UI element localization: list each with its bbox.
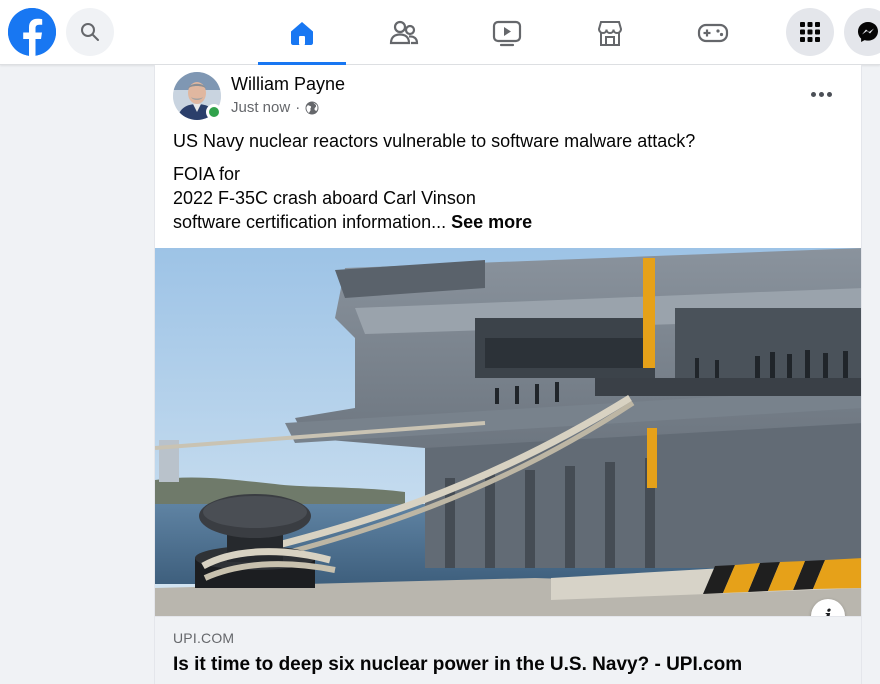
menu-button[interactable]: [786, 8, 834, 56]
grid-menu-icon: [800, 22, 820, 42]
tab-gaming[interactable]: [669, 0, 757, 65]
tab-watch[interactable]: [463, 0, 551, 65]
post-options-button[interactable]: [803, 81, 839, 107]
feed-post: William Payne Just now · US Navy nuclear…: [154, 65, 862, 684]
top-navigation-bar: [0, 0, 880, 65]
link-domain: UPI.COM: [173, 630, 235, 646]
messenger-icon: [858, 22, 878, 42]
post-image[interactable]: [155, 248, 861, 616]
post-timestamp[interactable]: Just now: [231, 99, 290, 116]
search-icon: [81, 23, 99, 41]
link-preview[interactable]: UPI.COM Is it time to deep six nuclear p…: [155, 616, 861, 684]
marketplace-icon: [597, 20, 623, 46]
home-icon: [291, 21, 313, 45]
online-status-dot: [206, 104, 222, 120]
post-message: US Navy nuclear reactors vulnerable to s…: [173, 129, 833, 234]
post-text-line: 2022 F-35C crash aboard Carl Vinson: [173, 188, 476, 208]
tab-marketplace[interactable]: [566, 0, 654, 65]
post-text-line: US Navy nuclear reactors vulnerable to s…: [173, 131, 696, 151]
meta-separator: ·: [295, 99, 301, 116]
post-text-line: FOIA for: [173, 164, 241, 184]
globe-icon[interactable]: [305, 101, 319, 115]
tab-friends[interactable]: [360, 0, 448, 65]
post-author-name[interactable]: William Payne: [231, 74, 345, 95]
search-button[interactable]: [66, 8, 114, 56]
link-title[interactable]: Is it time to deep six nuclear power in …: [173, 654, 742, 676]
post-meta: Just now ·: [231, 99, 319, 116]
post-text-line: software certification information... Se…: [173, 212, 533, 232]
messenger-button[interactable]: [844, 8, 880, 56]
friends-icon: [389, 20, 419, 44]
facebook-logo-icon[interactable]: [8, 8, 56, 56]
see-more-link[interactable]: See more: [451, 212, 532, 232]
gaming-icon: [697, 23, 729, 42]
tab-home[interactable]: [258, 0, 346, 65]
watch-icon: [492, 20, 522, 46]
